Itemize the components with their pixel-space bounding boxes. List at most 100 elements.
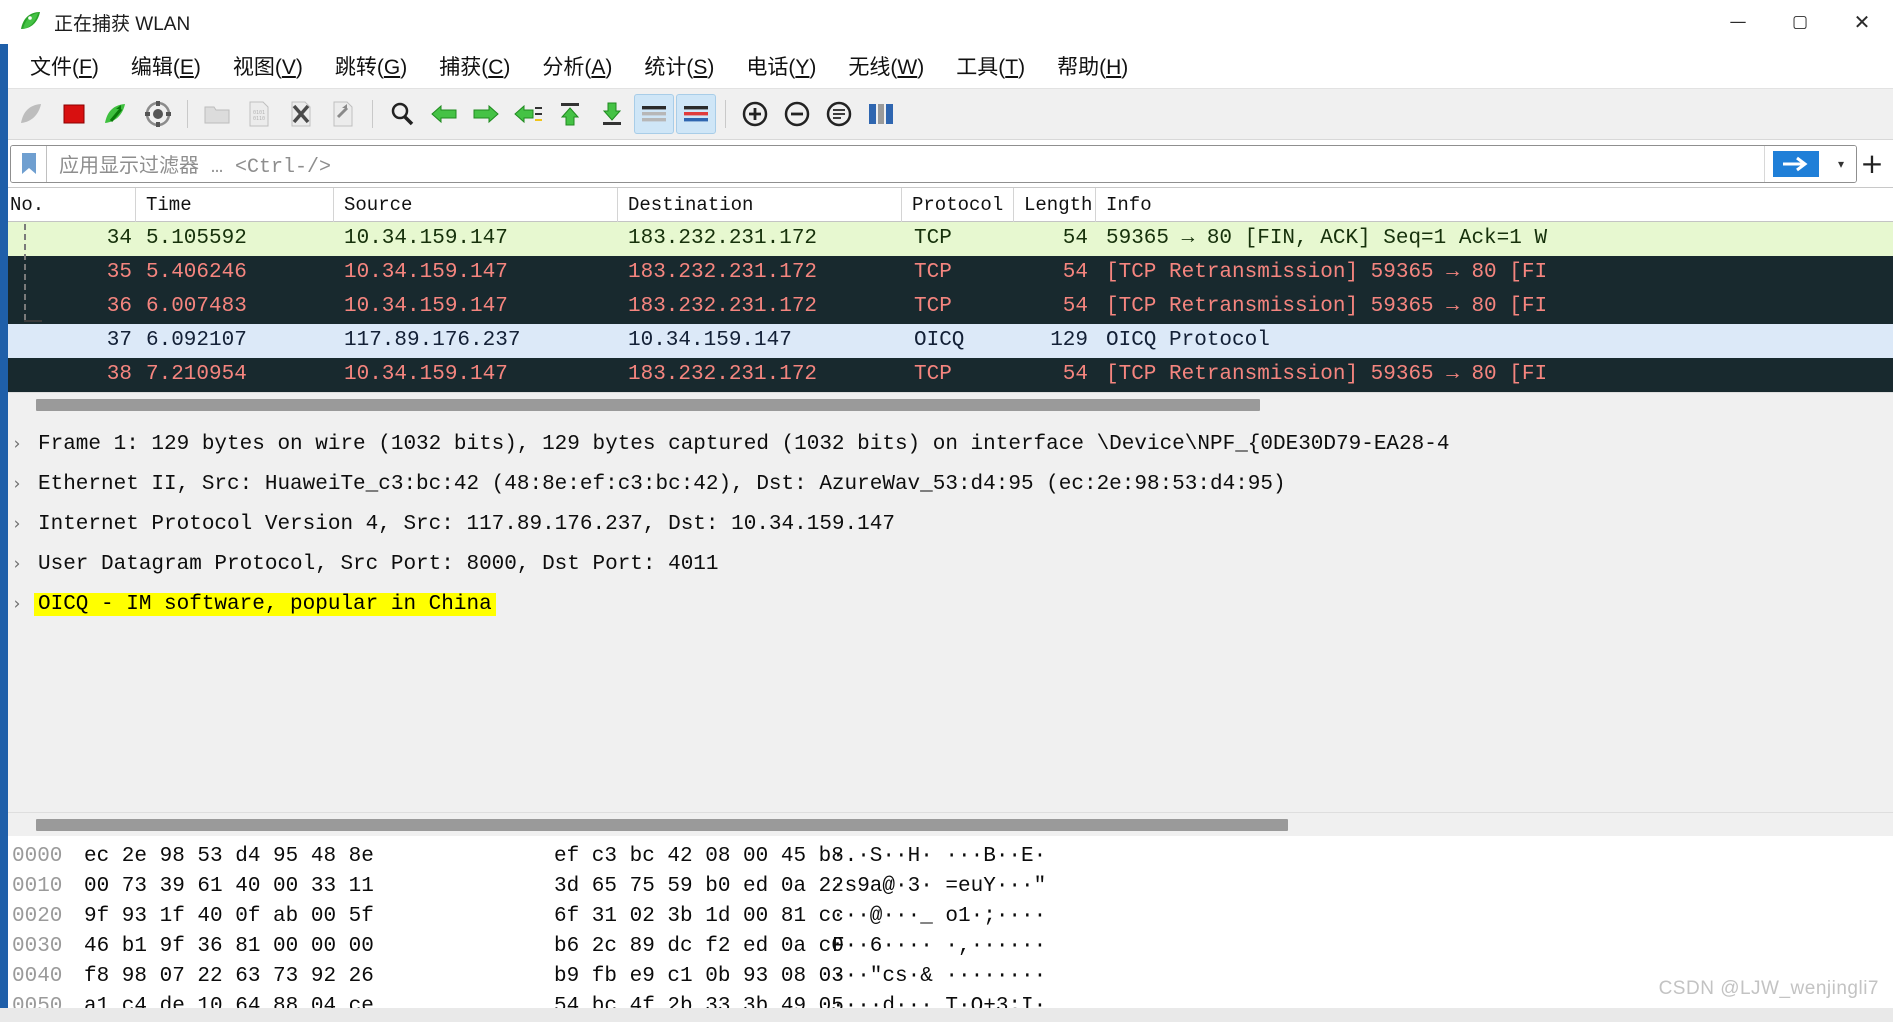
start-capture-icon[interactable]	[12, 94, 52, 134]
detail-tree-row[interactable]: › Internet Protocol Version 4, Src: 117.8…	[0, 504, 1893, 544]
packet-row[interactable]: 35 5.406246 10.34.159.147 183.232.231.172 TC…	[0, 256, 1893, 290]
menu-item-9[interactable]: 无线(W)	[832, 48, 940, 84]
menu-item-label: 捕获	[439, 56, 482, 79]
restart-capture-icon[interactable]	[96, 94, 136, 134]
packet-no: 38	[106, 363, 132, 386]
detail-tree-label: User Datagram Protocol, Src Port: 8000, …	[38, 552, 719, 576]
packet-details-hscrollbar[interactable]	[0, 812, 1893, 836]
packet-row[interactable]: 38 7.210954 10.34.159.147 183.232.231.172 TC…	[0, 358, 1893, 392]
detail-tree-row[interactable]: › Frame 1: 129 bytes on wire (1032 bits),…	[0, 424, 1893, 464]
go-to-first-packet-icon[interactable]	[550, 94, 590, 134]
display-filter-input[interactable]: 应用显示过滤器 … <Ctrl-/> ▾	[10, 144, 1857, 183]
packet-column-header-time[interactable]: Time	[136, 187, 334, 222]
packet-destination: 183.232.231.172	[628, 295, 818, 318]
watermark: CSDN @LJW_wenjingli7	[1658, 978, 1879, 999]
close-file-icon[interactable]	[281, 94, 321, 134]
menu-item-4[interactable]: 跳转(G)	[319, 48, 423, 84]
menu-item-label: 文件	[30, 56, 72, 79]
packet-row[interactable]: 36 6.007483 10.34.159.147 183.232.231.172 TC…	[0, 290, 1893, 324]
minimize-button[interactable]: —	[1707, 0, 1769, 44]
hex-bytes-right: b6 2c 89 dc f2 ed 0a c0	[554, 935, 844, 958]
hex-dump-row[interactable]: 0040 f8 98 07 22 63 73 92 26 b9 fb e9 c1 0…	[0, 962, 1893, 992]
wireshark-shark-fin-icon	[18, 9, 44, 35]
detail-tree-row[interactable]: › User Datagram Protocol, Src Port: 8000,…	[0, 544, 1893, 584]
menu-item-label: 视图	[232, 56, 275, 79]
menu-item-3[interactable]: 视图(V)	[217, 48, 319, 84]
packet-list-hscrollbar[interactable]	[0, 392, 1893, 416]
go-forward-icon[interactable]	[466, 94, 506, 134]
hex-offset: 0040	[12, 965, 63, 988]
packet-column-header-no[interactable]: No.	[0, 187, 136, 222]
hex-bytes-left: f8 98 07 22 63 73 92 26	[84, 965, 374, 988]
hex-bytes-left: 00 73 39 61 40 00 33 11	[84, 875, 374, 898]
open-file-icon[interactable]	[197, 94, 237, 134]
packet-details-pane: › Frame 1: 129 bytes on wire (1032 bits),…	[0, 416, 1893, 812]
hex-dump-row[interactable]: 0030 46 b1 9f 36 81 00 00 00 b6 2c 89 dc f…	[0, 932, 1893, 962]
title-bar: 正在捕获 WLAN — ▢ ✕	[0, 0, 1893, 44]
auto-scroll-icon[interactable]	[634, 94, 674, 134]
packet-details-hscroll-thumb[interactable]	[36, 818, 1288, 831]
menu-item-label: 工具	[956, 56, 999, 79]
packet-column-header-source[interactable]: Source	[334, 187, 618, 222]
packet-protocol: TCP	[914, 261, 952, 284]
hex-dump-row[interactable]: 0020 9f 93 1f 40 0f ab 00 5f 6f 31 02 3b 1…	[0, 902, 1893, 932]
go-to-last-packet-icon[interactable]	[592, 94, 632, 134]
stop-capture-icon[interactable]	[54, 94, 94, 134]
capture-options-icon[interactable]	[138, 94, 178, 134]
resize-columns-icon[interactable]	[861, 94, 901, 134]
packet-column-header-destination[interactable]: Destination	[618, 187, 902, 222]
wireshark-window: 正在捕获 WLAN — ▢ ✕ 文件(F) 编辑(E) 视图(V) 跳转(G) 捕获(C…	[0, 0, 1893, 1022]
packet-destination: 183.232.231.172	[628, 363, 818, 386]
hex-dump-row[interactable]: 0000 ec 2e 98 53 d4 95 48 8e ef c3 bc 42 0…	[0, 842, 1893, 872]
menu-item-10[interactable]: 工具(T)	[940, 48, 1041, 84]
packet-list-body: 34 5.105592 10.34.159.147 183.232.231.172 TC…	[0, 222, 1893, 392]
menu-item-8[interactable]: 电话(Y)	[730, 48, 832, 84]
detail-tree-row[interactable]: › OICQ - IM software, popular in China	[0, 584, 1893, 624]
packet-column-header-protocol[interactable]: Protocol	[902, 187, 1014, 222]
zoom-in-icon[interactable]	[735, 94, 775, 134]
go-back-icon[interactable]	[424, 94, 464, 134]
chevron-down-icon[interactable]: ▾	[1826, 145, 1856, 182]
packet-list-header: No. Time Source Destination Protocol Length In…	[0, 187, 1893, 222]
packet-column-header-length[interactable]: Length	[1014, 187, 1096, 222]
hex-dump-row[interactable]: 0010 00 73 39 61 40 00 33 11 3d 65 75 59 b…	[0, 872, 1893, 902]
go-to-packet-icon[interactable]	[508, 94, 548, 134]
hex-offset: 0010	[12, 875, 63, 898]
zoom-reset-icon[interactable]	[819, 94, 859, 134]
detail-tree-label: OICQ - IM software, popular in China	[34, 592, 496, 616]
hex-ascii: ···"cs·& ········	[832, 965, 1047, 988]
find-packet-icon[interactable]	[382, 94, 422, 134]
apply-filter-arrow-icon[interactable]	[1764, 145, 1826, 182]
colorize-packets-icon[interactable]	[676, 94, 716, 134]
reload-file-icon[interactable]	[323, 94, 363, 134]
hex-offset: 0000	[12, 845, 63, 868]
menu-item-7[interactable]: 统计(S)	[628, 48, 730, 84]
packet-bytes-pane: 0000 ec 2e 98 53 d4 95 48 8e ef c3 bc 42 0…	[0, 836, 1893, 1022]
menu-item-5[interactable]: 捕获(C)	[423, 48, 526, 84]
save-file-icon[interactable]: 0101 0110	[239, 94, 279, 134]
menu-item-11[interactable]: 帮助(H)	[1041, 48, 1144, 84]
menu-item-mnemonic: W	[897, 56, 918, 79]
zoom-out-icon[interactable]	[777, 94, 817, 134]
main-toolbar: 0101 0110	[0, 88, 1893, 140]
bookmark-icon[interactable]	[11, 145, 47, 182]
plus-icon[interactable]: +	[1857, 147, 1887, 180]
packet-column-header-info[interactable]: Info	[1096, 188, 1893, 222]
detail-tree-row[interactable]: › Ethernet II, Src: HuaweiTe_c3:bc:42 (48…	[0, 464, 1893, 504]
close-button[interactable]: ✕	[1831, 0, 1893, 44]
menu-item-2[interactable]: 编辑(E)	[115, 48, 217, 84]
menu-item-1[interactable]: 文件(F)	[14, 48, 115, 84]
packet-length: 54	[1062, 261, 1088, 284]
packet-row[interactable]: 37 6.092107 117.89.176.237 10.34.159.147 OIC…	[0, 324, 1893, 358]
menu-item-mnemonic: E	[179, 56, 194, 79]
maximize-button[interactable]: ▢	[1769, 0, 1831, 44]
hex-bytes-left: ec 2e 98 53 d4 95 48 8e	[84, 845, 374, 868]
packet-no: 36	[106, 295, 132, 318]
packet-row[interactable]: 34 5.105592 10.34.159.147 183.232.231.172 TC…	[0, 222, 1893, 256]
menu-item-6[interactable]: 分析(A)	[526, 48, 628, 84]
packet-list-hscroll-thumb[interactable]	[36, 398, 1260, 411]
toolbar-separator	[372, 100, 373, 128]
menu-item-label: 跳转	[334, 56, 377, 79]
menu-bar: 文件(F) 编辑(E) 视图(V) 跳转(G) 捕获(C) 分析(A) 统计(S) 电话(Y)…	[0, 44, 1893, 88]
packet-info: OICQ Protocol	[1106, 329, 1270, 352]
